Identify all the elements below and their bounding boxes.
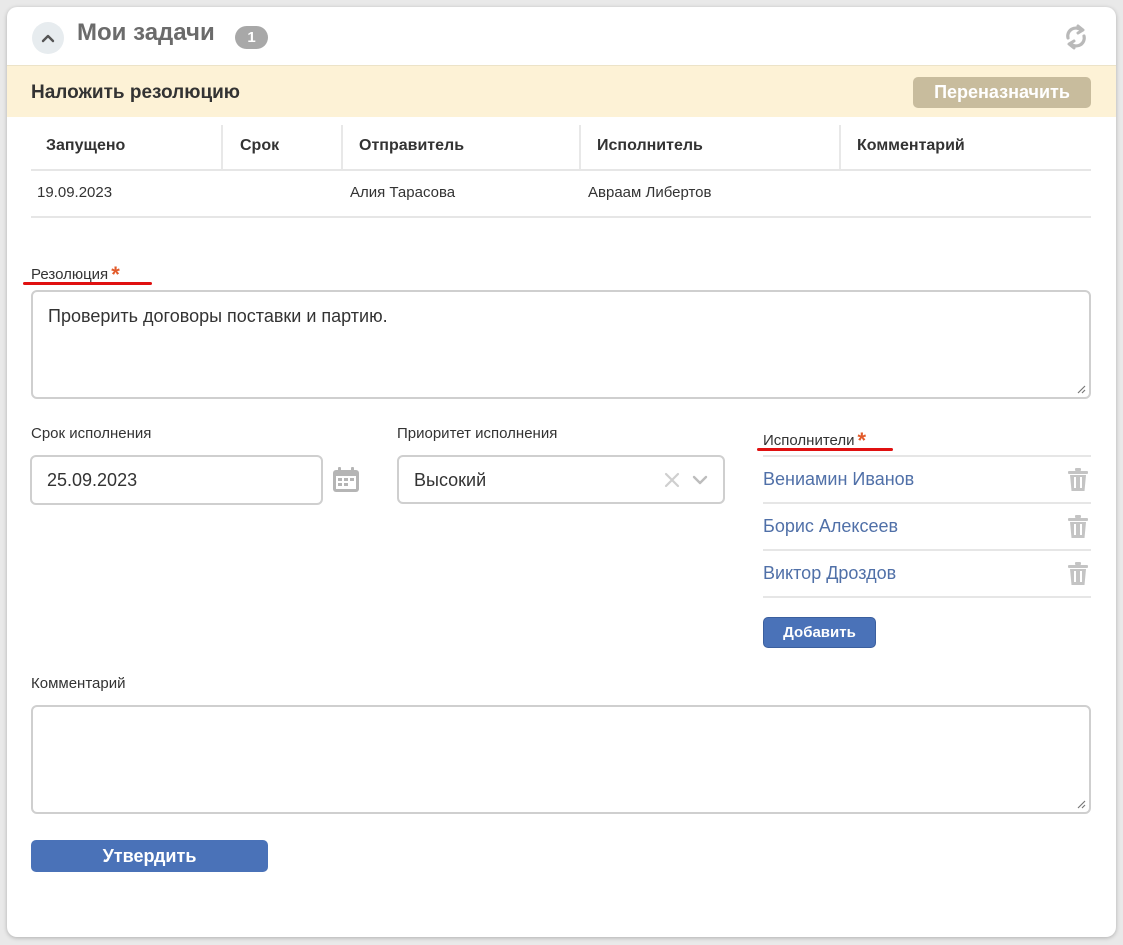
column-divider <box>221 125 223 169</box>
table-row: 19.09.2023 Алия Тарасова Авраам Либертов <box>31 171 1091 218</box>
due-date-value: 25.09.2023 <box>47 470 138 490</box>
calendar-icon[interactable] <box>332 467 360 493</box>
page-title: Мои задачи <box>77 19 215 46</box>
executors-list: Вениамин Иванов Борис Алексеев Виктор Др… <box>763 455 1091 598</box>
priority-value: Высокий <box>414 470 487 490</box>
executor-link[interactable]: Виктор Дроздов <box>763 563 896 584</box>
list-item: Борис Алексеев <box>763 502 1091 549</box>
resolution-label-text: Резолюция <box>31 266 109 283</box>
executors-label-text: Исполнители <box>763 432 855 449</box>
collapse-button[interactable] <box>32 22 64 54</box>
column-divider <box>579 125 581 169</box>
add-executor-button[interactable]: Добавить <box>763 617 876 648</box>
priority-select[interactable]: Высокий <box>397 455 725 504</box>
resize-grip-icon[interactable] <box>1076 384 1086 394</box>
column-header-started: Запущено <box>46 137 126 154</box>
comment-label: Комментарий <box>31 675 126 692</box>
comment-textarea[interactable] <box>31 705 1091 814</box>
priority-label: Приоритет исполнения <box>397 425 558 442</box>
cell-sender: Алия Тарасова <box>350 184 456 201</box>
reassign-button[interactable]: Переназначить <box>913 77 1091 108</box>
executor-link[interactable]: Вениамин Иванов <box>763 469 914 490</box>
highlight-underline <box>757 448 893 451</box>
highlight-underline <box>23 282 152 285</box>
clear-icon[interactable] <box>664 472 680 488</box>
task-table: Запущено Срок Отправитель Исполнитель Ко… <box>31 125 1091 218</box>
table-header: Запущено Срок Отправитель Исполнитель Ко… <box>31 125 1091 171</box>
list-item: Виктор Дроздов <box>763 549 1091 598</box>
task-count-badge: 1 <box>235 26 268 49</box>
my-tasks-panel: Мои задачи 1 Наложить резолюцию Переназн… <box>7 7 1116 937</box>
resolution-text: Проверить договоры поставки и партию. <box>48 306 388 326</box>
approve-button[interactable]: Утвердить <box>31 840 268 872</box>
chevron-down-icon[interactable] <box>692 474 708 486</box>
task-title: Наложить резолюцию <box>31 82 241 103</box>
task-bar: Наложить резолюцию Переназначить <box>7 65 1116 117</box>
column-divider <box>839 125 841 169</box>
executor-link[interactable]: Борис Алексеев <box>763 516 898 537</box>
panel-header: Мои задачи 1 <box>7 7 1116 65</box>
column-header-sender: Отправитель <box>359 137 465 154</box>
resize-grip-icon[interactable] <box>1076 799 1086 809</box>
trash-icon[interactable] <box>1067 515 1089 539</box>
resolution-textarea[interactable]: Проверить договоры поставки и партию. <box>31 290 1091 399</box>
due-date-input[interactable]: 25.09.2023 <box>30 455 323 505</box>
cell-started: 19.09.2023 <box>37 184 113 201</box>
refresh-icon[interactable] <box>1061 22 1091 52</box>
due-date-label: Срок исполнения <box>31 425 152 442</box>
cell-executor: Авраам Либертов <box>588 184 712 201</box>
chevron-up-icon <box>41 34 55 43</box>
column-header-executor: Исполнитель <box>597 137 703 154</box>
trash-icon[interactable] <box>1067 562 1089 586</box>
list-item: Вениамин Иванов <box>763 455 1091 502</box>
trash-icon[interactable] <box>1067 468 1089 492</box>
column-header-deadline: Срок <box>240 137 280 154</box>
column-divider <box>341 125 343 169</box>
column-header-comment: Комментарий <box>857 137 965 154</box>
